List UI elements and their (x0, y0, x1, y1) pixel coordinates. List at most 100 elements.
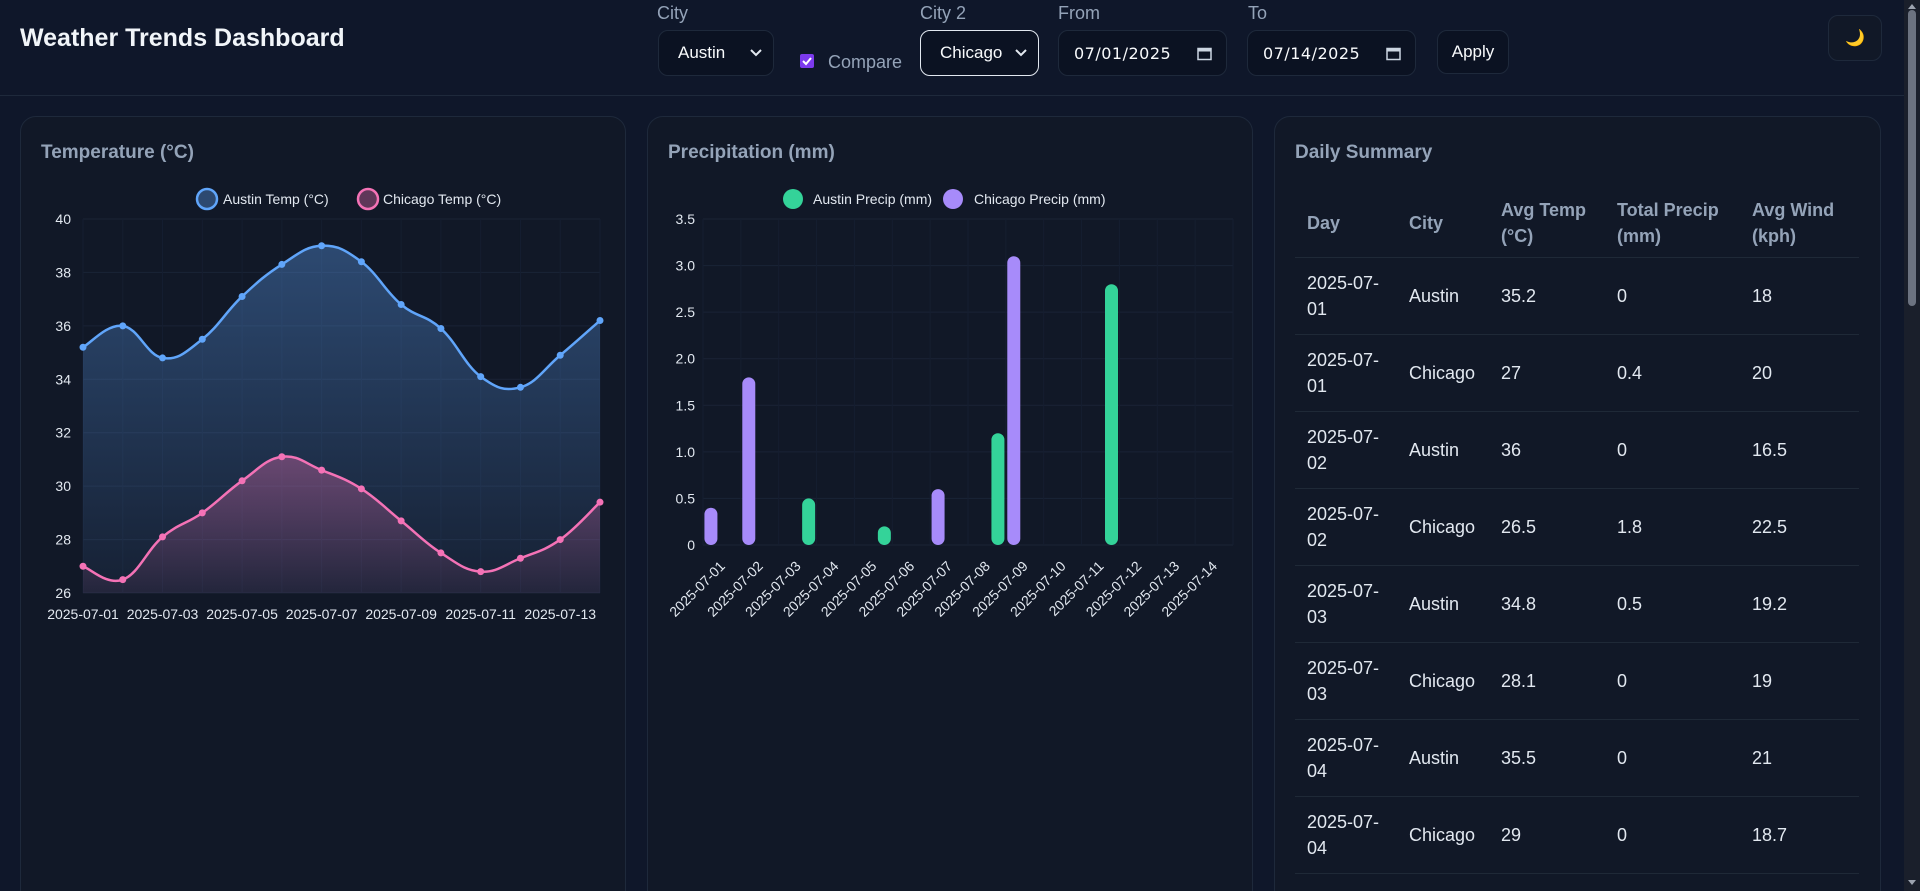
bar (991, 433, 1005, 545)
legend-swatch (356, 187, 380, 211)
cell-day: 2025-07- 02 (1307, 427, 1380, 473)
calendar-icon (1197, 47, 1212, 61)
y-tick-label: 0.5 (676, 490, 696, 506)
summary-card: Daily Summary Day City Avg Temp (°C) Total P… (1274, 116, 1881, 891)
cell-city: Austin (1409, 748, 1460, 768)
data-point (596, 317, 604, 325)
column-header[interactable]: Avg Temp (°C) (1501, 197, 1611, 249)
data-point (159, 533, 167, 541)
data-point (79, 562, 87, 570)
cell-total-precip: 1.8 (1617, 517, 1643, 537)
y-tick-label: 0 (687, 537, 695, 553)
cell-avg-temp: 35.5 (1501, 748, 1537, 768)
legend-swatch (783, 189, 803, 209)
bar (742, 377, 756, 545)
summary-table: Day City Avg Temp (°C) Total Precip (mm) Avg W… (1295, 187, 1859, 874)
data-point (596, 498, 604, 506)
cell-avg-temp: 36 (1501, 440, 1522, 460)
data-point (516, 554, 524, 562)
city2-select[interactable]: Chicago (920, 30, 1039, 76)
column-header[interactable]: Avg Wind (kph) (1752, 197, 1852, 249)
scroll-up-icon[interactable] (1907, 2, 1917, 10)
data-point (238, 292, 246, 300)
data-point (437, 325, 445, 333)
app-title: Weather Trends Dashboard (20, 24, 345, 52)
theme-toggle-button[interactable]: 🌙 (1828, 15, 1882, 61)
page-scrollbar[interactable] (1904, 0, 1920, 891)
cell-city: Chicago (1409, 825, 1476, 845)
x-tick-label: 2025-07-13 (524, 606, 596, 622)
y-tick-label: 1.5 (676, 397, 696, 413)
y-tick-label: 2.5 (676, 304, 696, 320)
column-header[interactable]: City (1409, 210, 1499, 236)
cell-avg-temp: 35.2 (1501, 286, 1537, 306)
cell-total-precip: 0.5 (1617, 594, 1643, 614)
data-point (357, 485, 365, 493)
cell-avg-wind: 18 (1752, 286, 1773, 306)
data-point (477, 568, 485, 576)
city2-label: City 2 (920, 3, 967, 23)
y-tick-label: 3.0 (676, 258, 696, 274)
y-tick-label: 40 (55, 211, 71, 227)
cell-total-precip: 0 (1617, 286, 1628, 306)
cell-city: Austin (1409, 286, 1460, 306)
cell-day: 2025-07- 04 (1307, 735, 1380, 781)
data-point (198, 335, 206, 343)
cell-avg-wind: 21 (1752, 748, 1773, 768)
bar (1105, 284, 1118, 545)
data-point (318, 466, 326, 474)
summary-card-title: Daily Summary (1295, 142, 1433, 163)
legend-label: Chicago Precip (mm) (974, 191, 1105, 207)
calendar-icon (1386, 47, 1401, 61)
cell-avg-temp: 29 (1501, 825, 1522, 845)
to-date-value: 07/14/2025 (1263, 43, 1361, 63)
y-tick-label: 26 (55, 585, 71, 601)
cell-avg-wind: 18.7 (1752, 825, 1788, 845)
cell-day: 2025-07- 02 (1307, 504, 1380, 550)
from-date-input[interactable]: 07/01/2025 (1058, 30, 1227, 76)
moon-icon: 🌙 (1845, 30, 1865, 47)
x-tick-label: 2025-07-07 (286, 606, 358, 622)
apply-button[interactable]: Apply (1437, 30, 1509, 74)
cell-day: 2025-07- 03 (1307, 581, 1380, 627)
cell-total-precip: 0.4 (1617, 363, 1643, 383)
data-point (477, 373, 485, 381)
y-tick-label: 3.5 (676, 211, 696, 227)
y-tick-label: 1.0 (676, 444, 696, 460)
top-bar: Weather Trends Dashboard City Austin Com… (0, 0, 1904, 96)
scroll-down-icon[interactable] (1907, 879, 1917, 887)
city-select[interactable]: Austin (658, 30, 774, 76)
data-point (278, 453, 286, 461)
x-tick-label: 2025-07-01 (47, 606, 119, 622)
to-date-input[interactable]: 07/14/2025 (1247, 30, 1416, 76)
table-row: 2025-07- 03 Chicago 28.1 0 19 (1295, 643, 1859, 720)
legend-label: Chicago Temp (°C) (383, 191, 501, 207)
compare-checkbox[interactable] (800, 54, 814, 68)
cell-avg-wind: 19 (1752, 671, 1773, 691)
temperature-card: Temperature (°C) 26 28 30 32 34 36 38 40 2025-07… (20, 116, 626, 891)
cell-city: Chicago (1409, 671, 1476, 691)
x-tick-label: 2025-07-09 (365, 606, 437, 622)
cell-day: 2025-07- 01 (1307, 273, 1380, 319)
legend-swatch (195, 187, 219, 211)
precipitation-chart: 00.51.01.52.02.53.03.52025-07-012025-07-… (666, 189, 1234, 620)
column-header[interactable]: Day (1307, 210, 1397, 236)
city-label: City (657, 3, 688, 23)
bar (704, 507, 718, 545)
data-point (437, 549, 445, 557)
scrollbar-thumb[interactable] (1908, 10, 1916, 306)
cell-city: Chicago (1409, 517, 1476, 537)
data-point (397, 517, 405, 525)
column-header[interactable]: Total Precip (mm) (1617, 197, 1743, 249)
table-row: 2025-07- 01 Chicago 27 0.4 20 (1295, 335, 1859, 412)
bar (877, 526, 891, 545)
data-point (357, 258, 365, 266)
x-tick-label: 2025-07-03 (127, 606, 199, 622)
data-point (198, 509, 206, 517)
data-point (119, 322, 127, 330)
checkmark-icon (802, 57, 812, 66)
cell-total-precip: 0 (1617, 825, 1628, 845)
cell-total-precip: 0 (1617, 440, 1628, 460)
cell-total-precip: 0 (1617, 671, 1628, 691)
compare-label: Compare (828, 52, 903, 72)
